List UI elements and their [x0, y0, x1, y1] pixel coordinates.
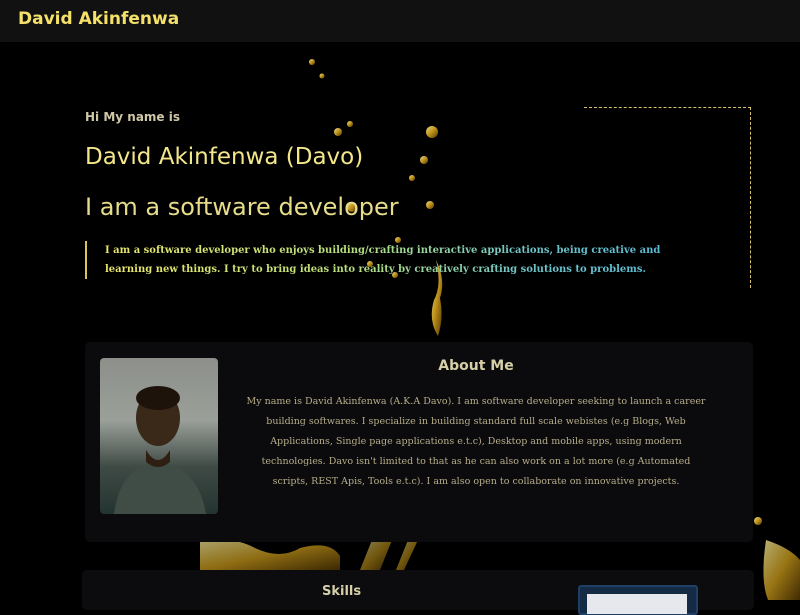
- profile-photo: [100, 358, 218, 514]
- skills-widget: [578, 585, 698, 615]
- hero-role: I am a software developer: [85, 193, 399, 221]
- skills-title: Skills: [322, 584, 362, 599]
- about-text: My name is David Akinfenwa (A.K.A Davo).…: [246, 396, 706, 487]
- about-section: About Me My name is David Akinfenwa (A.K…: [85, 342, 753, 542]
- brand-link[interactable]: David Akinfenwa: [18, 9, 179, 29]
- about-title: About Me: [438, 358, 514, 374]
- navbar: David Akinfenwa: [0, 0, 800, 42]
- skills-section: Skills: [82, 570, 754, 615]
- hero-greeting: Hi My name is: [85, 110, 180, 124]
- skills-widget-panel: [587, 594, 687, 614]
- hero-intro-quote: I am a software developer who enjoys bui…: [85, 241, 665, 279]
- hero-name: David Akinfenwa (Davo): [85, 144, 364, 170]
